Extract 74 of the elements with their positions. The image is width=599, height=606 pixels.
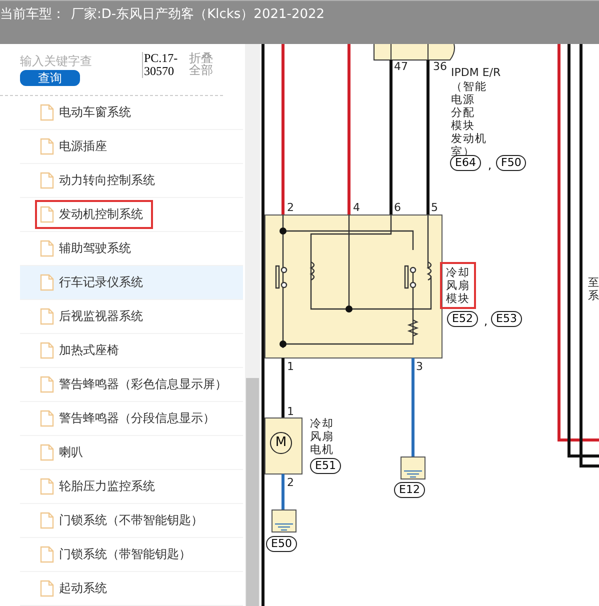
connector-label: E51 (310, 458, 341, 474)
scrollbar-thumb[interactable] (246, 378, 259, 606)
document-icon (40, 342, 54, 359)
pin-number: 5 (431, 201, 438, 214)
document-icon (40, 274, 54, 291)
tree-item[interactable]: 动力转向控制系统 (20, 164, 243, 198)
item-label: 行车记录仪系统 (59, 274, 143, 291)
pin-number: 4 (353, 201, 360, 214)
tree-item[interactable]: 门锁系统（带智能钥匙） (20, 538, 243, 572)
document-icon (40, 138, 54, 155)
document-icon (40, 104, 54, 121)
tree-item[interactable]: 门锁系统（不带智能钥匙） (20, 504, 243, 538)
motor-name: 冷却 风扇 电机 (310, 417, 334, 456)
item-label: 辅助驾驶系统 (59, 240, 131, 257)
pin-number: 2 (287, 201, 294, 214)
module-name: 冷却 风扇 模块 (440, 262, 476, 309)
connector-label: F50 (496, 155, 526, 171)
connector-label: E50 (266, 536, 297, 552)
item-label: 起动系统 (59, 580, 107, 597)
pin-number: 3 (416, 360, 423, 373)
document-icon (40, 478, 54, 495)
document-icon (40, 410, 54, 427)
tree-item[interactable]: 发动机控制系统 (20, 198, 243, 232)
tree-item[interactable]: 警告蜂鸣器（彩色信息显示屏） (20, 368, 243, 402)
tree-item[interactable]: 电动车窗系统 (20, 96, 243, 130)
item-label: 发动机控制系统 (59, 206, 143, 223)
scrollbar[interactable] (245, 44, 260, 606)
connector-label: E64 (450, 155, 481, 171)
document-icon (40, 546, 54, 563)
item-label: 警告蜂鸣器（分段信息显示） (59, 410, 215, 427)
item-label: 轮胎压力监控系统 (59, 478, 155, 495)
item-label: 动力转向控制系统 (59, 172, 155, 189)
connector-label: E52 (447, 311, 478, 327)
connector-label: E53 (491, 311, 522, 327)
item-label: 电源插座 (59, 138, 107, 155)
tree-item[interactable]: 轮胎压力监控系统 (20, 470, 243, 504)
item-label: 加热式座椅 (59, 342, 119, 359)
document-icon (40, 172, 54, 189)
document-icon (40, 206, 54, 223)
module-name: IPDM E/R (451, 66, 501, 79)
separator-text: , (484, 315, 488, 328)
vehicle-name: 厂家:D-东风日产劲客（Klcks）2021-2022 (71, 6, 325, 23)
pin-number: 6 (394, 201, 401, 214)
item-label: 电动车窗系统 (59, 104, 131, 121)
tree-item[interactable]: 加热式座椅 (20, 334, 243, 368)
document-icon (40, 512, 54, 529)
pin-number: 36 (433, 60, 447, 73)
item-label: 警告蜂鸣器（彩色信息显示屏） (59, 376, 227, 393)
pin-number: 2 (287, 476, 294, 489)
tree-item[interactable]: 行车记录仪系统 (20, 266, 243, 300)
tree-item[interactable]: 喇叭 (20, 436, 243, 470)
document-icon (40, 580, 54, 597)
tree-item[interactable]: 电源插座 (20, 130, 243, 164)
document-icon (40, 444, 54, 461)
connector-label: E12 (394, 482, 425, 498)
item-label: 后视监视器系统 (59, 308, 143, 325)
code-text: PC.17-30570 (142, 52, 182, 78)
pin-number: 1 (287, 360, 294, 373)
document-icon (40, 376, 54, 393)
diagram-text: 系 (588, 289, 599, 302)
tree-item[interactable]: 警告蜂鸣器（分段信息显示） (20, 402, 243, 436)
item-label: 门锁系统（不带智能钥匙） (59, 512, 203, 529)
vehicle-label: 当前车型： (0, 6, 65, 23)
diagram-text: 至 (588, 276, 599, 289)
pin-number: 1 (287, 405, 294, 418)
document-icon (40, 240, 54, 257)
document-icon (40, 308, 54, 325)
search-button[interactable]: 查询 (20, 70, 80, 86)
tree-item[interactable]: 后视监视器系统 (20, 300, 243, 334)
separator-text: , (488, 159, 492, 172)
tree-item[interactable]: 起动系统 (20, 572, 243, 606)
pin-number: 47 (394, 60, 408, 73)
item-label: 门锁系统（带智能钥匙） (59, 546, 191, 563)
item-label: 喇叭 (59, 444, 83, 461)
